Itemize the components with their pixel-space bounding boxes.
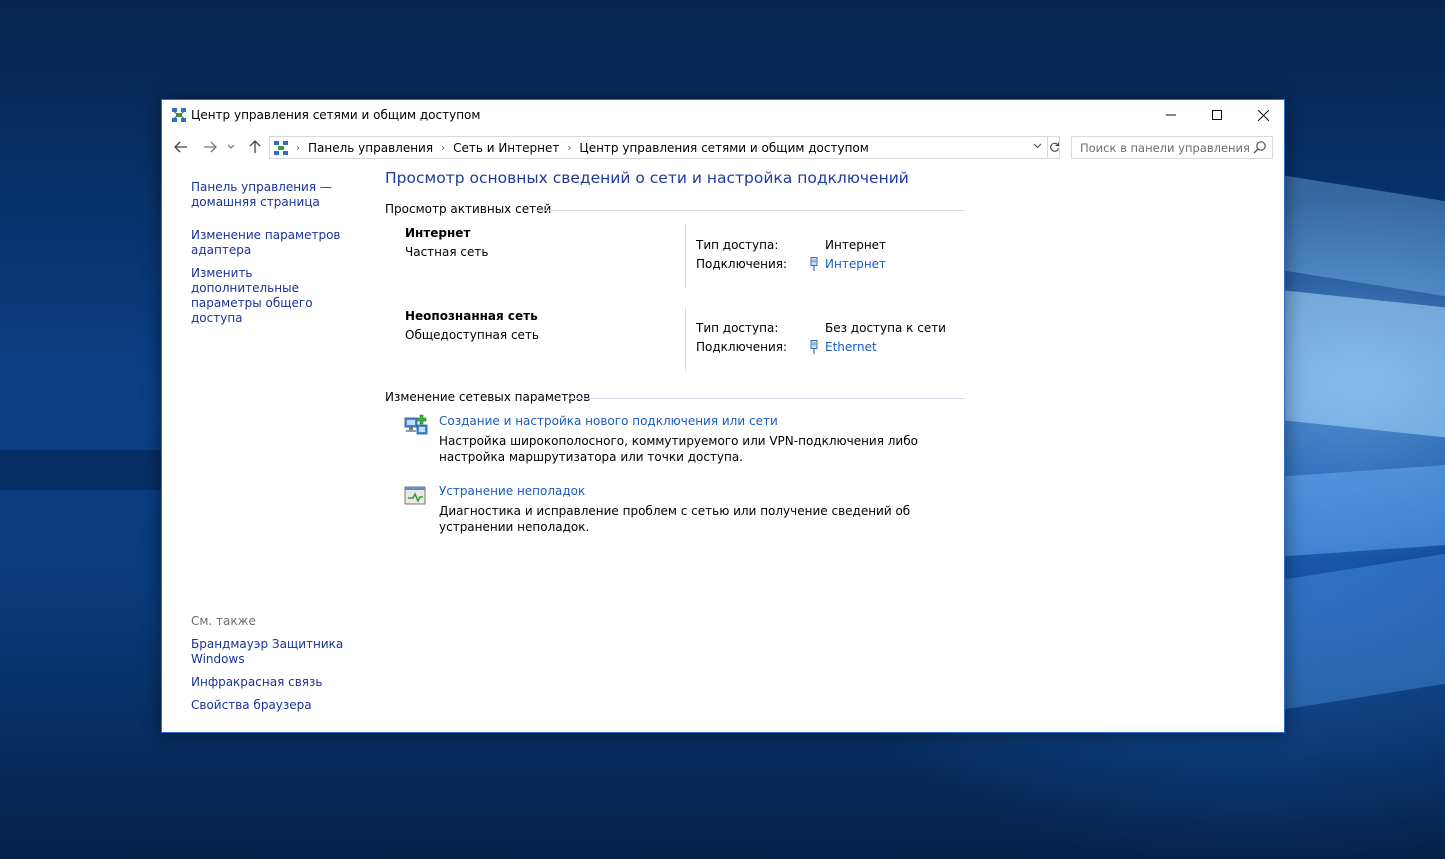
address-history-button[interactable] [1031,141,1043,155]
troubleshoot-icon [404,486,426,505]
network-type-link: Общедоступная сеть [405,328,539,342]
breadcrumb-separator-icon[interactable]: › [296,143,300,154]
chevron-down-icon [227,144,235,149]
breadcrumb-item-network-internet[interactable]: Сеть и Интернет [453,141,559,155]
access-type-value: Без доступа к сети [825,321,946,335]
section-divider [567,398,965,399]
network-divider [685,224,686,288]
network-center-icon [172,108,186,122]
sidebar-link-browser-properties[interactable]: Свойства браузера [191,698,361,713]
minimize-icon [1166,114,1176,116]
sidebar-link-infrared[interactable]: Инфракрасная связь [191,675,361,690]
new-connection-icon [404,414,428,435]
minimize-button[interactable] [1148,100,1194,130]
connections-label: Подключения: [696,340,788,354]
task-troubleshoot: Устранение неполадок Диагностика и испра… [403,484,963,534]
network-name: Интернет [405,226,471,240]
sidebar-link-firewall[interactable]: Брандмауэр Защитника Windows [191,637,361,667]
sidebar-link-home[interactable]: Панель управления — домашняя страница [191,180,361,210]
wallpaper-light-pane [1285,550,1445,710]
task-title-link[interactable]: Создание и настройка нового подключения … [439,414,778,428]
see-also-label: См. также [191,614,256,628]
maximize-button[interactable] [1194,100,1240,130]
forward-button[interactable] [200,138,220,156]
arrow-right-icon [204,141,217,153]
ethernet-connection-icon [810,340,818,354]
recent-locations-button[interactable] [225,138,237,156]
breadcrumb: › Панель управления › Сеть и Интернет › … [294,141,869,155]
network-type-link: Частная сеть [405,245,489,259]
task-title-link[interactable]: Устранение неполадок [439,484,585,498]
wallpaper-light-pane [1285,290,1445,440]
breadcrumb-item-network-center[interactable]: Центр управления сетями и общим доступом [579,141,868,155]
page-title: Просмотр основных сведений о сети и наст… [385,169,909,187]
access-type-label: Тип доступа: [696,238,779,252]
control-panel-window: Центр управления сетями и общим доступом [161,99,1285,733]
task-new-connection: Создание и настройка нового подключения … [403,414,963,464]
wallpaper-light-pane [1285,175,1445,300]
close-icon [1257,109,1269,121]
wallpaper-shadow-band [0,450,162,490]
maximize-icon [1212,110,1222,120]
task-description: Настройка широкополосного, коммутируемог… [439,434,918,464]
wallpaper-light-pane [1285,463,1445,557]
access-type-label: Тип доступа: [696,321,779,335]
task-description: Диагностика и исправление проблем с сеть… [439,504,911,534]
breadcrumb-separator-icon[interactable]: › [567,143,571,154]
arrow-up-icon [249,140,261,153]
breadcrumb-item-control-panel[interactable]: Панель управления [308,141,433,155]
search-box[interactable] [1071,136,1273,159]
window-title: Центр управления сетями и общим доступом [191,108,481,122]
change-settings-heading: Изменение сетевых параметров [385,390,591,404]
section-divider [535,210,965,211]
network-entry: Неопознанная сеть Общедоступная сеть Тип… [385,307,965,371]
connections-label: Подключения: [696,257,788,271]
search-icon[interactable] [1253,140,1267,154]
connection-link-internet[interactable]: Интернет [825,257,886,271]
back-button[interactable] [171,138,191,156]
access-type-value: Интернет [825,238,887,252]
sidebar-link-sharing-settings[interactable]: Изменить дополнительные параметры общего… [191,266,361,326]
connection-link-ethernet[interactable]: Ethernet [825,340,877,354]
refresh-icon [1049,142,1059,152]
address-bar[interactable]: › Панель управления › Сеть и Интернет › … [269,136,1060,159]
refresh-button[interactable] [1047,137,1060,158]
ethernet-connection-icon [810,257,818,271]
arrow-left-icon [174,141,187,153]
network-entry: Интернет Частная сеть Тип доступа: Интер… [385,224,965,288]
breadcrumb-separator-icon[interactable]: › [441,143,445,154]
network-divider [685,307,686,371]
close-button[interactable] [1240,100,1286,130]
chevron-down-icon [1033,143,1041,149]
title-bar[interactable]: Центр управления сетями и общим доступом [162,100,1284,131]
up-button[interactable] [245,138,265,156]
control-panel-icon [274,141,288,155]
search-input[interactable] [1072,137,1252,158]
navigation-bar: › Панель управления › Сеть и Интернет › … [162,131,1284,163]
sidebar-link-adapter-settings[interactable]: Изменение параметров адаптера [191,228,361,258]
active-networks-heading: Просмотр активных сетей [385,202,552,216]
network-name: Неопознанная сеть [405,309,538,323]
